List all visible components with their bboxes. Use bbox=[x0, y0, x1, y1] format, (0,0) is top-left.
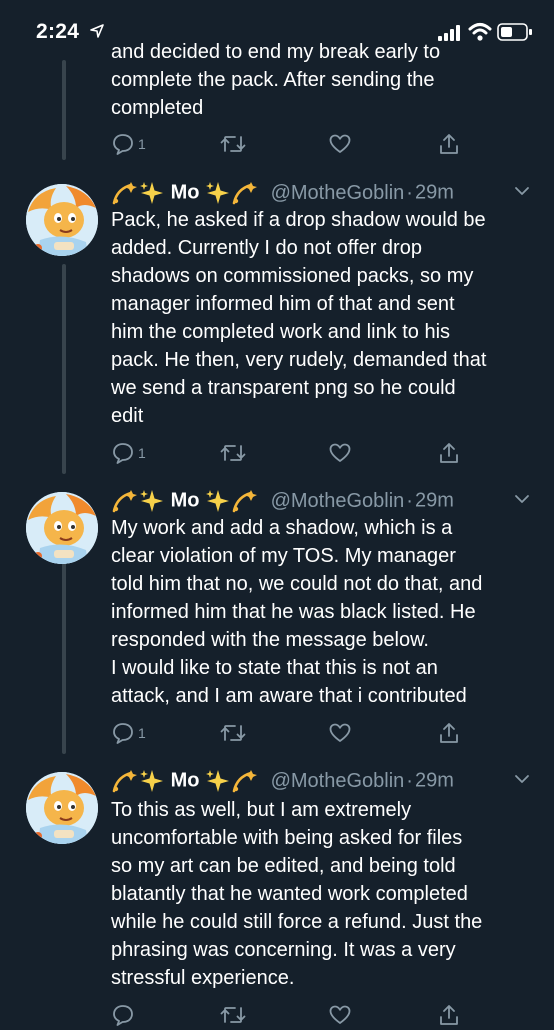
reply-count: 1 bbox=[138, 725, 146, 741]
chevron-down-icon[interactable] bbox=[513, 490, 531, 508]
thread-line bbox=[62, 544, 66, 754]
tweet-text: To this as well, but I am extremely unco… bbox=[111, 799, 483, 989]
tweet-actions: 1 bbox=[111, 720, 471, 748]
reply-icon bbox=[113, 134, 133, 155]
timestamp[interactable]: 29m bbox=[415, 490, 454, 512]
handle[interactable]: @MotheGoblin bbox=[271, 770, 405, 792]
chevron-down-icon[interactable] bbox=[513, 182, 531, 200]
avatar[interactable] bbox=[26, 184, 98, 256]
tweet-text: Pack, he asked if a drop shadow would be… bbox=[111, 209, 487, 427]
tweet-text: My work and add a shadow, which is a cle… bbox=[111, 517, 483, 707]
status-time: 2:24 bbox=[36, 20, 80, 43]
retweet-button[interactable] bbox=[219, 131, 247, 157]
timestamp[interactable]: 29m bbox=[415, 182, 454, 204]
reply-icon bbox=[113, 1005, 133, 1026]
like-icon bbox=[329, 1005, 351, 1024]
display-name[interactable]: Mo bbox=[171, 490, 200, 512]
share-button[interactable] bbox=[437, 1002, 461, 1028]
reply-icon bbox=[113, 443, 133, 464]
sparkles-icon bbox=[140, 182, 163, 204]
reply-button[interactable]: 1 bbox=[111, 440, 146, 466]
tweet-actions bbox=[111, 1002, 471, 1030]
retweet-icon bbox=[220, 445, 246, 461]
like-button[interactable] bbox=[328, 131, 352, 157]
sparkles-icon bbox=[206, 182, 230, 204]
share-icon bbox=[440, 1005, 458, 1025]
display-name[interactable]: Mo bbox=[171, 770, 200, 792]
share-icon bbox=[440, 134, 458, 154]
retweet-icon bbox=[220, 725, 246, 741]
retweet-icon bbox=[220, 1007, 246, 1023]
avatar[interactable] bbox=[26, 492, 98, 564]
retweet-button[interactable] bbox=[219, 1002, 247, 1028]
display-name[interactable]: Mo bbox=[171, 182, 200, 204]
like-button[interactable] bbox=[328, 440, 352, 466]
shooting-star-icon bbox=[232, 182, 258, 205]
handle[interactable]: @MotheGoblin bbox=[271, 490, 405, 512]
tweet-text: and decided to end my break early to com… bbox=[111, 41, 441, 119]
sparkles-icon bbox=[206, 770, 230, 792]
chevron-down-icon[interactable] bbox=[513, 770, 531, 788]
reply-button[interactable] bbox=[111, 1002, 138, 1028]
sparkles-icon bbox=[206, 490, 230, 512]
share-button[interactable] bbox=[437, 131, 461, 157]
thread-line bbox=[62, 264, 66, 474]
avatar-image bbox=[26, 772, 98, 844]
share-icon bbox=[440, 443, 458, 463]
avatar[interactable] bbox=[26, 772, 98, 844]
reply-count: 1 bbox=[138, 136, 146, 152]
timestamp[interactable]: 29m bbox=[415, 770, 454, 792]
retweet-icon bbox=[220, 136, 246, 152]
sparkles-icon bbox=[140, 490, 163, 512]
separator: · bbox=[406, 181, 413, 204]
sparkles-icon bbox=[140, 770, 163, 792]
reply-icon bbox=[113, 723, 133, 744]
shooting-star-icon bbox=[232, 770, 258, 793]
like-button[interactable] bbox=[328, 720, 352, 746]
location-arrow-icon bbox=[90, 24, 104, 38]
reply-button[interactable]: 1 bbox=[111, 720, 146, 746]
tweet-header: Mo @MotheGoblin · 29m bbox=[111, 768, 541, 798]
share-button[interactable] bbox=[437, 440, 461, 466]
shooting-star-icon bbox=[112, 490, 137, 513]
shooting-star-icon bbox=[232, 490, 258, 513]
handle[interactable]: @MotheGoblin bbox=[271, 182, 405, 204]
like-icon bbox=[329, 723, 351, 742]
reply-count: 1 bbox=[138, 445, 146, 461]
shooting-star-icon bbox=[112, 770, 137, 793]
tweet-actions: 1 bbox=[111, 131, 471, 159]
avatar-image bbox=[26, 184, 98, 256]
share-button[interactable] bbox=[437, 720, 461, 746]
thread-line bbox=[62, 60, 66, 160]
retweet-button[interactable] bbox=[219, 720, 247, 746]
retweet-button[interactable] bbox=[219, 440, 247, 466]
tweet-actions: 1 bbox=[111, 440, 471, 468]
like-icon bbox=[329, 134, 351, 153]
shooting-star-icon bbox=[112, 182, 137, 205]
like-icon bbox=[329, 443, 351, 462]
share-icon bbox=[440, 723, 458, 743]
avatar-image bbox=[26, 492, 98, 564]
reply-button[interactable]: 1 bbox=[111, 131, 146, 157]
like-button[interactable] bbox=[328, 1002, 352, 1028]
separator: · bbox=[406, 489, 413, 512]
separator: · bbox=[406, 769, 413, 792]
